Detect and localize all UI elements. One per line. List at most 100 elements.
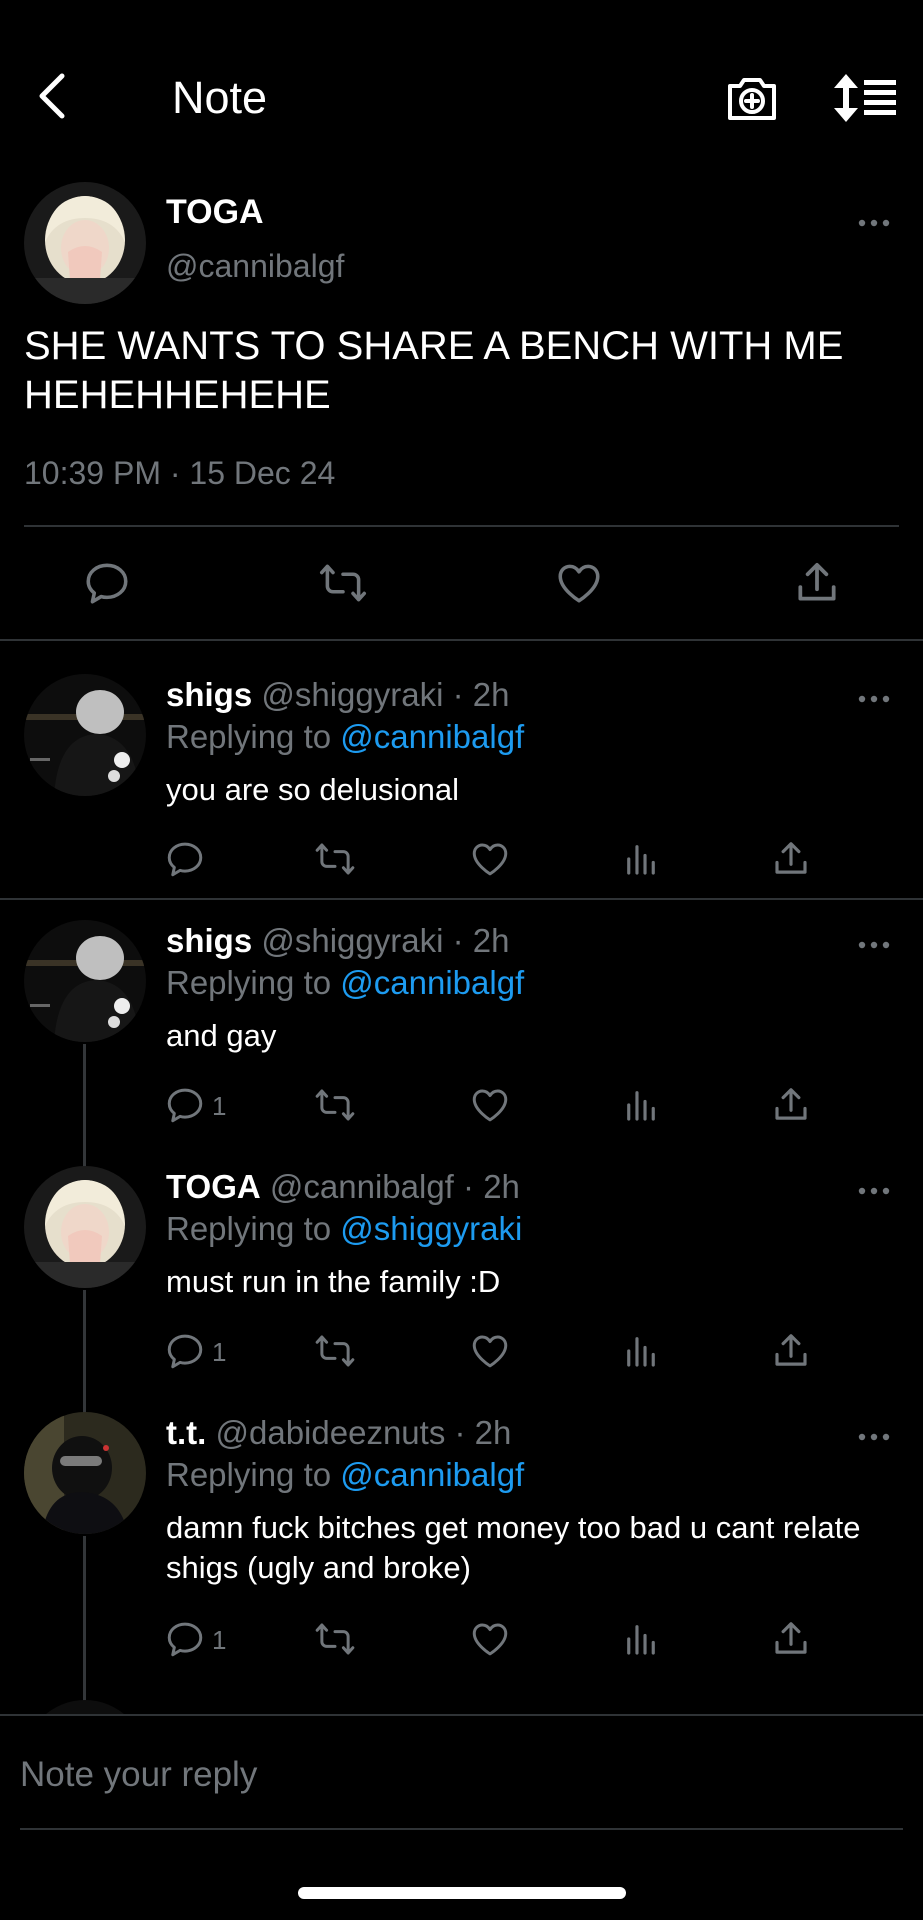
- replying-to-link[interactable]: @shiggyraki: [340, 1210, 522, 1247]
- reply-icon[interactable]: [164, 1618, 206, 1660]
- replying-prefix: Replying to: [166, 718, 332, 755]
- avatar[interactable]: [24, 182, 146, 304]
- repost-icon[interactable]: [314, 1330, 356, 1372]
- reply-header: shigs @shiggyraki · 2h: [166, 920, 510, 962]
- reply-actions: [164, 838, 904, 882]
- more-button[interactable]: [856, 216, 892, 230]
- author-name[interactable]: TOGA: [166, 1168, 261, 1205]
- like-icon[interactable]: [469, 1618, 511, 1660]
- more-button[interactable]: [856, 938, 892, 952]
- reply-button[interactable]: [82, 558, 132, 608]
- replying-to: Replying to @cannibalgf: [166, 1454, 524, 1496]
- views-icon[interactable]: [620, 1330, 662, 1372]
- reply-text: damn fuck bitches get money too bad u ca…: [166, 1510, 861, 1585]
- reply-text: you are so delusional: [166, 772, 459, 807]
- author-name[interactable]: TOGA: [166, 190, 264, 234]
- replying-to-link[interactable]: @cannibalgf: [340, 718, 524, 755]
- reply-count: 1: [212, 1091, 227, 1121]
- sort-button[interactable]: [832, 72, 898, 124]
- avatar[interactable]: [24, 674, 146, 796]
- views-icon[interactable]: [620, 1618, 662, 1660]
- sort-icon: [834, 74, 896, 122]
- share-icon[interactable]: [770, 1618, 812, 1660]
- like-icon[interactable]: [469, 1084, 511, 1126]
- reply-input[interactable]: [20, 1752, 880, 1798]
- repost-icon[interactable]: [314, 838, 356, 880]
- reply-time: 2h: [472, 676, 510, 713]
- replying-prefix: Replying to: [166, 1210, 332, 1247]
- author-handle[interactable]: @cannibalgf: [270, 1168, 454, 1205]
- reply-actions: 1: [164, 1084, 904, 1128]
- more-icon: [856, 1430, 892, 1444]
- reply-header: shigs @shiggyraki · 2h: [166, 674, 510, 716]
- reply-item[interactable]: shigs @shiggyraki · 2h Replying to @cann…: [0, 640, 923, 898]
- replying-to: Replying to @cannibalgf: [166, 716, 524, 758]
- like-icon: [554, 558, 604, 608]
- repost-icon[interactable]: [314, 1618, 356, 1660]
- reply-header: TOGA @cannibalgf · 2h: [166, 1166, 520, 1208]
- reply-time: 2h: [474, 1414, 512, 1451]
- separator-dot: ·: [454, 1414, 466, 1451]
- like-icon[interactable]: [469, 838, 511, 880]
- back-button[interactable]: [28, 70, 80, 122]
- more-button[interactable]: [856, 1430, 892, 1444]
- views-icon[interactable]: [620, 1084, 662, 1126]
- reply-time: 2h: [472, 922, 510, 959]
- camera-add-icon: [728, 78, 776, 120]
- views-icon[interactable]: [620, 838, 662, 880]
- more-button[interactable]: [856, 1184, 892, 1198]
- share-icon[interactable]: [770, 838, 812, 880]
- reply-header: t.t. @dabideeznuts · 2h: [166, 1412, 511, 1454]
- share-icon: [792, 558, 842, 608]
- reply-icon[interactable]: [164, 1084, 206, 1126]
- avatar[interactable]: [24, 1412, 146, 1534]
- replying-to: Replying to @shiggyraki: [166, 1208, 522, 1250]
- share-icon[interactable]: [770, 1084, 812, 1126]
- reply-count: 1: [212, 1337, 227, 1367]
- divider: [24, 525, 899, 527]
- reply-icon[interactable]: [164, 838, 206, 880]
- share-button[interactable]: [792, 558, 842, 608]
- replying-prefix: Replying to: [166, 1456, 332, 1493]
- reply-actions: 1: [164, 1330, 904, 1374]
- separator-dot: ·: [463, 1168, 475, 1205]
- repost-icon[interactable]: [314, 1084, 356, 1126]
- separator-dot: ·: [452, 676, 464, 713]
- reply-item[interactable]: shigs @shiggyraki · 2h Replying to @cann…: [0, 886, 923, 1132]
- reply-text: and gay: [166, 1018, 277, 1053]
- home-indicator[interactable]: [298, 1887, 626, 1899]
- replying-to: Replying to @cannibalgf: [166, 962, 524, 1004]
- reply-icon: [82, 558, 132, 608]
- author-handle[interactable]: @dabideeznuts: [216, 1414, 446, 1451]
- reply-count: 1: [212, 1625, 227, 1655]
- reply-item[interactable]: t.t. @dabideeznuts · 2h Replying to @can…: [0, 1378, 923, 1674]
- author-handle[interactable]: @cannibalgf: [166, 245, 344, 287]
- reply-time: 2h: [483, 1168, 520, 1205]
- reply-actions: 1: [164, 1618, 904, 1662]
- reply-item[interactable]: TOGA @cannibalgf · 2h Replying to @shigg…: [0, 1132, 923, 1378]
- separator-dot: ·: [452, 922, 464, 959]
- author-name[interactable]: shigs: [166, 922, 252, 959]
- repost-button[interactable]: [318, 558, 368, 608]
- toga-avatar-image: [24, 182, 146, 304]
- divider: [20, 1828, 903, 1830]
- camera-button[interactable]: [724, 70, 780, 126]
- divider: [0, 1714, 923, 1716]
- replying-to-link[interactable]: @cannibalgf: [340, 964, 524, 1001]
- tweet-timestamp: 10:39 PM · 15 Dec 24: [24, 455, 336, 491]
- author-name[interactable]: shigs: [166, 676, 252, 713]
- reply-icon[interactable]: [164, 1330, 206, 1372]
- more-button[interactable]: [856, 692, 892, 706]
- author-handle[interactable]: @shiggyraki: [261, 922, 443, 959]
- share-icon[interactable]: [770, 1330, 812, 1372]
- avatar[interactable]: [24, 920, 146, 1042]
- reply-text: must run in the family :D: [166, 1264, 501, 1299]
- avatar[interactable]: [24, 1166, 146, 1288]
- like-icon[interactable]: [469, 1330, 511, 1372]
- replying-prefix: Replying to: [166, 964, 332, 1001]
- back-chevron-icon: [39, 73, 65, 119]
- author-handle[interactable]: @shiggyraki: [261, 676, 443, 713]
- author-name[interactable]: t.t.: [166, 1414, 206, 1451]
- like-button[interactable]: [554, 558, 604, 608]
- replying-to-link[interactable]: @cannibalgf: [340, 1456, 524, 1493]
